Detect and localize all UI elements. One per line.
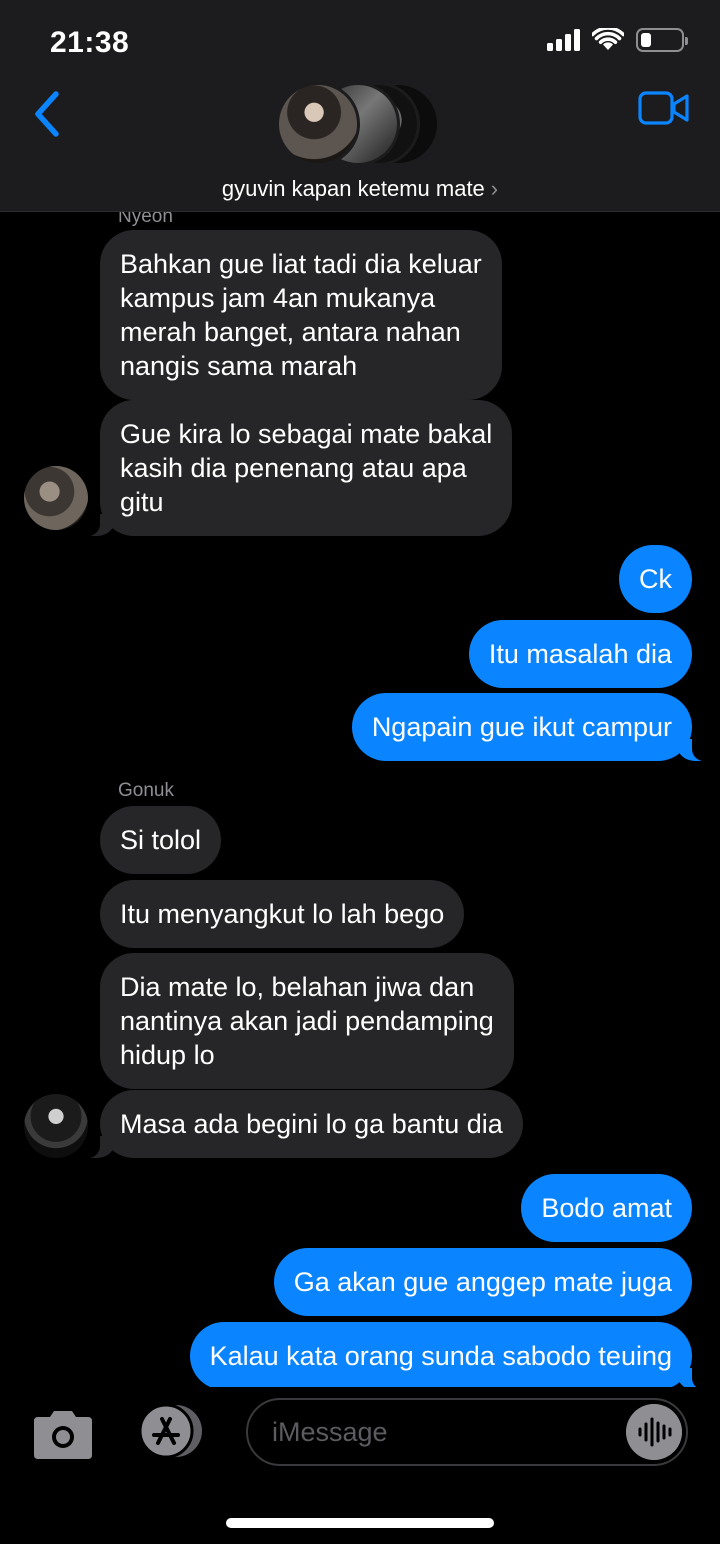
message-list[interactable]: Nyeon Bahkan gue liat tadi dia keluar ka… xyxy=(0,212,720,1387)
audio-waveform-icon[interactable] xyxy=(626,1404,682,1460)
outgoing-message[interactable]: Kalau kata orang sunda sabodo teuing xyxy=(189,1322,711,1387)
battery-fill xyxy=(641,33,651,47)
sender-name: Gonuk xyxy=(118,780,174,801)
message-input-field[interactable] xyxy=(246,1398,688,1466)
sender-avatar[interactable] xyxy=(24,1094,88,1158)
status-time: 21:38 xyxy=(50,26,130,59)
group-avatar-1 xyxy=(276,82,360,166)
incoming-message[interactable]: Bahkan gue liat tadi dia keluar kampus j… xyxy=(100,230,502,400)
group-name-label: gyuvin kapan ketemu mate xyxy=(221,176,485,201)
incoming-message[interactable]: Gue kira lo sebagai mate bakal kasih dia… xyxy=(81,400,513,536)
sender-avatar[interactable] xyxy=(24,466,88,530)
wifi-icon xyxy=(592,28,624,50)
status-icons xyxy=(547,28,688,52)
incoming-message[interactable]: Si tolol xyxy=(100,806,222,874)
video-camera-icon[interactable] xyxy=(638,90,690,126)
incoming-message[interactable]: Dia mate lo, belahan jiwa dan nantinya a… xyxy=(100,953,514,1089)
sender-name: Nyeon xyxy=(118,212,173,227)
outgoing-message[interactable]: Ngapain gue ikut campur xyxy=(351,693,711,761)
incoming-message[interactable]: Masa ada begini lo ga bantu dia xyxy=(82,1090,523,1158)
battery-icon xyxy=(636,28,688,52)
home-indicator[interactable] xyxy=(226,1518,494,1528)
camera-icon[interactable] xyxy=(30,1409,96,1461)
app-store-icon[interactable] xyxy=(134,1403,208,1459)
chevron-right-icon: › xyxy=(490,176,499,201)
message-input[interactable] xyxy=(272,1413,612,1451)
outgoing-message[interactable]: Ga akan gue anggep mate juga xyxy=(273,1248,692,1316)
group-avatar-stack[interactable] xyxy=(276,82,446,166)
outgoing-message[interactable]: Itu masalah dia xyxy=(468,620,692,688)
signal-icon xyxy=(547,29,580,51)
back-chevron-icon[interactable] xyxy=(28,88,68,140)
outgoing-message[interactable]: Ck xyxy=(619,545,692,613)
group-name[interactable]: gyuvin kapan ketemu mate › xyxy=(0,176,720,202)
incoming-message[interactable]: Itu menyangkut lo lah bego xyxy=(100,880,465,948)
conversation-header: 21:38 gyuvin kapan ketemu mate › xyxy=(0,0,720,212)
outgoing-message[interactable]: Bodo amat xyxy=(521,1174,692,1242)
